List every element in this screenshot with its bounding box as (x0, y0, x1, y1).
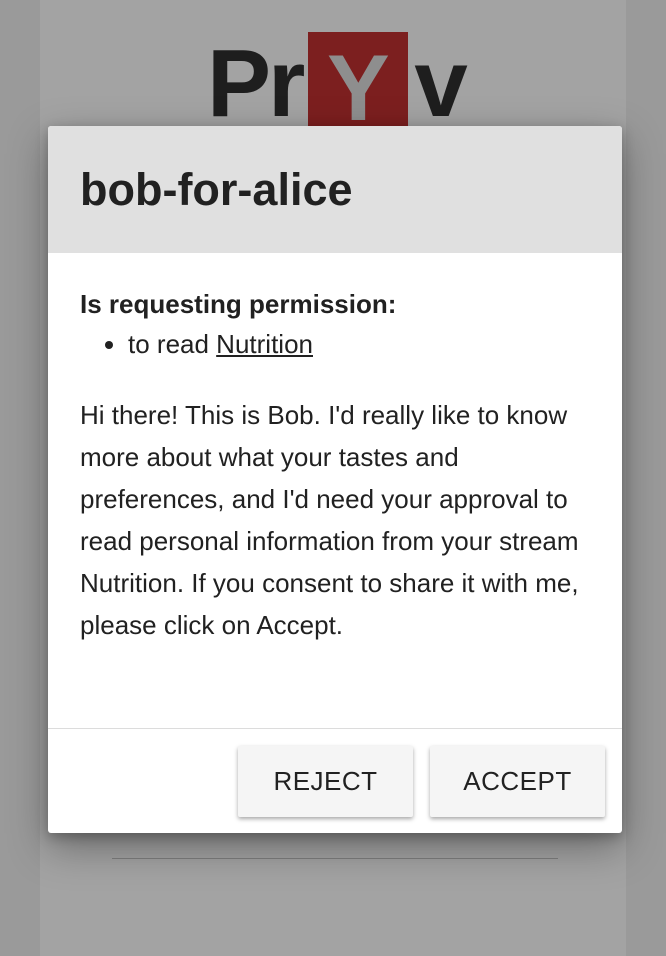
pryv-logo: Pr Y v (207, 30, 468, 140)
stream-link-nutrition[interactable]: Nutrition (216, 329, 313, 359)
logo-text-highlight: Y (327, 35, 390, 140)
dialog-header: bob-for-alice (48, 126, 622, 253)
permission-list: to read Nutrition (80, 328, 590, 360)
permission-heading: Is requesting permission: (80, 289, 397, 319)
accept-button[interactable]: ACCEPT (430, 746, 605, 817)
logo-highlight-box: Y (308, 32, 409, 140)
permission-prefix: to read (128, 329, 217, 359)
background-divider (112, 858, 558, 859)
permission-item: to read Nutrition (128, 328, 590, 360)
permission-dialog: bob-for-alice Is requesting permission: … (48, 126, 622, 833)
dialog-footer: REJECT ACCEPT (48, 728, 622, 833)
dialog-body: Is requesting permission: to read Nutrit… (48, 253, 622, 646)
logo-text-right: v (414, 30, 468, 137)
logo-text-left: Pr (207, 30, 305, 137)
request-message: Hi there! This is Bob. I'd really like t… (80, 400, 579, 640)
reject-button[interactable]: REJECT (238, 746, 413, 817)
dialog-title: bob-for-alice (80, 163, 353, 215)
